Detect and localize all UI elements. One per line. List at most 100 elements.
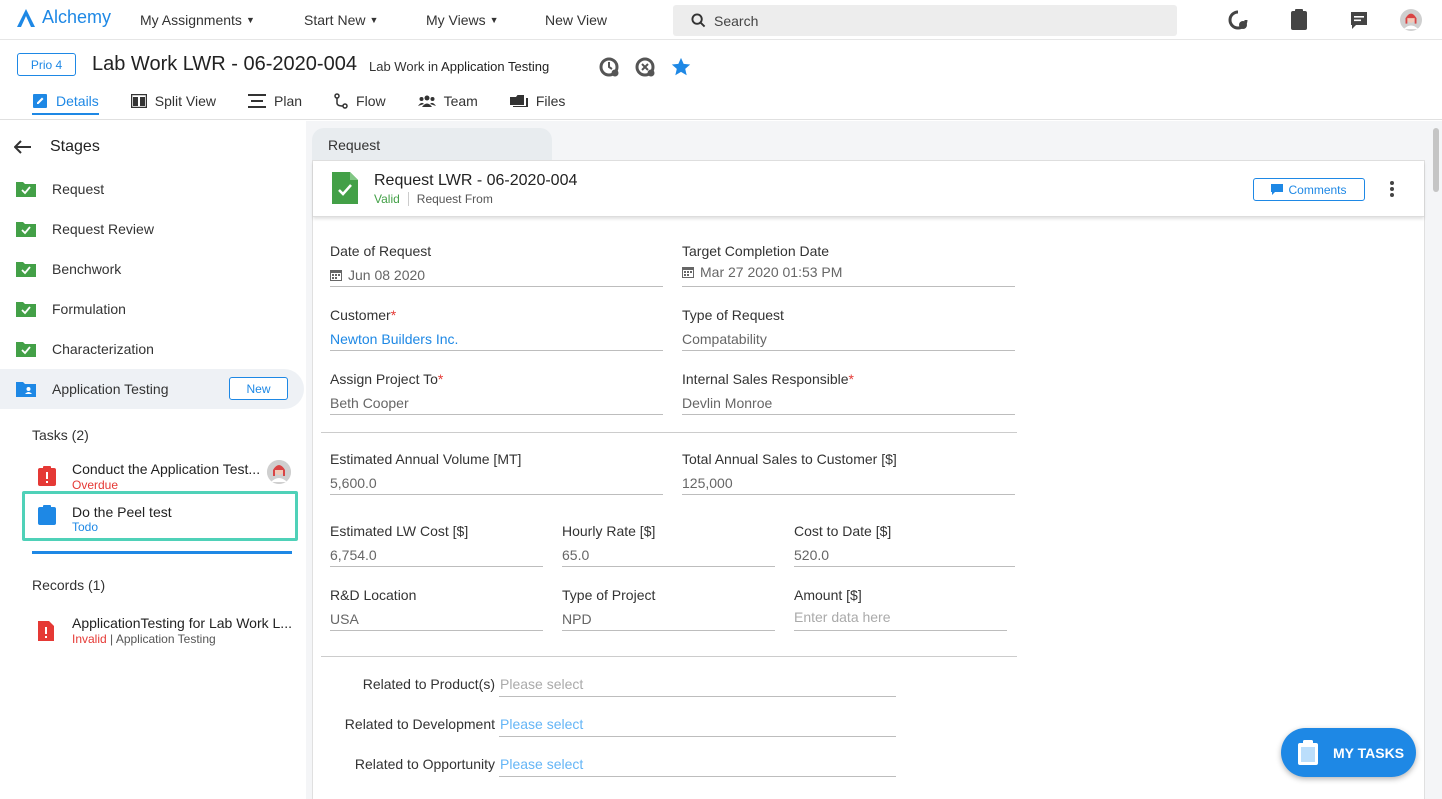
tab-split-view[interactable]: Split View xyxy=(130,93,217,115)
chat-icon[interactable] xyxy=(1348,9,1370,31)
star-icon[interactable] xyxy=(670,56,692,78)
tab-details[interactable]: Details xyxy=(32,93,99,115)
view-tabs: Details Split View Plan Flow Team Files xyxy=(32,93,597,115)
arrow-back-icon[interactable] xyxy=(14,140,32,154)
field-value: Compatability xyxy=(682,331,767,347)
tab-label: Split View xyxy=(154,93,217,109)
more-options-icon[interactable] xyxy=(1385,179,1399,199)
tab-label: Flow xyxy=(356,93,386,109)
related-products-row: Related to Product(s) Please select xyxy=(313,676,896,700)
field-label: Target Completion Date xyxy=(682,243,830,259)
menu-label: My Assignments xyxy=(140,12,242,28)
stage-characterization[interactable]: Characterization xyxy=(0,329,304,369)
cancel-history-icon[interactable] xyxy=(634,56,656,78)
field-value[interactable]: Newton Builders Inc. xyxy=(330,331,458,347)
field-underline xyxy=(682,350,1015,351)
comments-label: Comments xyxy=(1288,182,1347,197)
field-customer[interactable]: Customer* Newton Builders Inc. xyxy=(330,307,663,351)
stage-label: Benchwork xyxy=(52,261,122,277)
field-underline xyxy=(682,414,1015,415)
priority-badge[interactable]: Prio 4 xyxy=(17,53,76,76)
field-rd-location[interactable]: R&D Location USA xyxy=(330,587,543,631)
field-amount[interactable]: Amount [$] Enter data here xyxy=(794,587,1007,631)
stages-header: Stages xyxy=(14,138,100,156)
field-hourly-rate[interactable]: Hourly Rate [$] 65.0 xyxy=(562,523,775,567)
app-logo[interactable]: Alchemy xyxy=(16,7,111,28)
new-badge[interactable]: New xyxy=(229,377,288,400)
user-avatar[interactable] xyxy=(1400,9,1422,31)
task-item-selected[interactable]: Do the Peel test Todo xyxy=(22,491,298,541)
folder-user-icon xyxy=(16,382,36,397)
field-annual-sales[interactable]: Total Annual Sales to Customer [$] 125,0… xyxy=(682,451,1015,495)
required-asterisk: * xyxy=(437,371,444,387)
related-opportunity-row: Related to Opportunity Please select xyxy=(313,756,896,780)
menu-start-new[interactable]: Start New ▼ xyxy=(304,12,378,28)
folder-check-icon xyxy=(16,182,36,197)
main-content: Request Request LWR - 06-2020-004 Valid … xyxy=(306,121,1442,799)
field-underline xyxy=(330,286,663,287)
page-scrollbar[interactable] xyxy=(1433,128,1439,192)
field-assign-project[interactable]: Assign Project To* Beth Cooper xyxy=(330,371,663,415)
section-divider xyxy=(321,432,1017,433)
field-label: Amount [$] xyxy=(794,587,862,603)
calendar-icon xyxy=(330,270,342,281)
tab-files[interactable]: Files xyxy=(509,93,565,115)
stage-request[interactable]: Request xyxy=(0,169,304,209)
task-clipboard-icon xyxy=(38,505,56,525)
stage-benchwork[interactable]: Benchwork xyxy=(0,249,304,289)
section-tab-request[interactable]: Request xyxy=(312,128,552,160)
comments-button[interactable]: Comments xyxy=(1253,178,1365,201)
record-header: Prio 4 Lab Work LWR - 06-2020-004 Lab Wo… xyxy=(0,40,1442,120)
field-underline xyxy=(330,414,663,415)
amount-input[interactable]: Enter data here xyxy=(794,609,891,625)
related-opportunity-select[interactable]: Please select xyxy=(500,756,583,772)
stage-formulation[interactable]: Formulation xyxy=(0,289,304,329)
menu-my-views[interactable]: My Views ▼ xyxy=(426,12,499,28)
field-value: 125,000 xyxy=(682,475,733,491)
stage-application-testing[interactable]: Application Testing New xyxy=(0,369,304,409)
subtitle-prefix: Lab Work in xyxy=(369,59,439,74)
task-alert-icon xyxy=(38,466,56,486)
related-development-select[interactable]: Please select xyxy=(500,716,583,732)
field-underline xyxy=(562,630,775,631)
my-tasks-label: MY TASKS xyxy=(1333,744,1405,761)
edit-doc-icon xyxy=(33,94,47,108)
field-target-completion[interactable]: Target Completion Date Mar 27 2020 01:53… xyxy=(682,243,1015,287)
clipboard-icon[interactable] xyxy=(1288,9,1310,31)
search-input[interactable]: Search xyxy=(673,5,1177,36)
tab-plan[interactable]: Plan xyxy=(248,93,302,115)
field-label: Internal Sales Responsible* xyxy=(682,371,854,387)
field-value: Beth Cooper xyxy=(330,395,409,411)
tab-team[interactable]: Team xyxy=(417,93,478,115)
history-clock-icon[interactable] xyxy=(598,56,620,78)
chevron-down-icon: ▼ xyxy=(245,15,255,25)
field-lw-cost[interactable]: Estimated LW Cost [$] 6,754.0 xyxy=(330,523,543,567)
related-products-select[interactable]: Please select xyxy=(500,676,583,692)
field-internal-sales[interactable]: Internal Sales Responsible* Devlin Monro… xyxy=(682,371,1015,415)
record-subtitle: Lab Work in Application Testing xyxy=(369,59,549,74)
my-tasks-button[interactable]: MY TASKS xyxy=(1281,728,1416,777)
alchemy-logo-icon xyxy=(17,8,35,27)
record-status: Invalid xyxy=(72,632,107,646)
field-value: 5,600.0 xyxy=(330,475,377,491)
tab-flow[interactable]: Flow xyxy=(334,93,386,115)
field-annual-volume[interactable]: Estimated Annual Volume [MT] 5,600.0 xyxy=(330,451,663,495)
menu-my-assignments[interactable]: My Assignments ▼ xyxy=(140,12,255,28)
stage-label: Request Review xyxy=(52,221,154,237)
history-icon[interactable] xyxy=(1227,9,1249,31)
task-status: Overdue xyxy=(72,478,119,492)
field-label: Total Annual Sales to Customer [$] xyxy=(682,451,897,467)
field-date-of-request[interactable]: Date of Request Jun 08 2020 xyxy=(330,243,663,287)
field-cost-to-date[interactable]: Cost to Date [$] 520.0 xyxy=(794,523,1015,567)
tab-label: Details xyxy=(56,93,99,109)
menu-new-view[interactable]: New View xyxy=(545,12,607,28)
tab-label: Team xyxy=(443,93,478,109)
stage-request-review[interactable]: Request Review xyxy=(0,209,304,249)
stage-label: Characterization xyxy=(52,341,154,357)
field-type-of-project[interactable]: Type of Project NPD xyxy=(562,587,775,631)
record-item[interactable]: ApplicationTesting for Lab Work L... Inv… xyxy=(22,613,302,653)
field-underline xyxy=(499,776,896,777)
valid-doc-icon xyxy=(332,172,358,204)
field-type-of-request[interactable]: Type of Request Compatability xyxy=(682,307,1015,351)
field-value: USA xyxy=(330,611,359,627)
